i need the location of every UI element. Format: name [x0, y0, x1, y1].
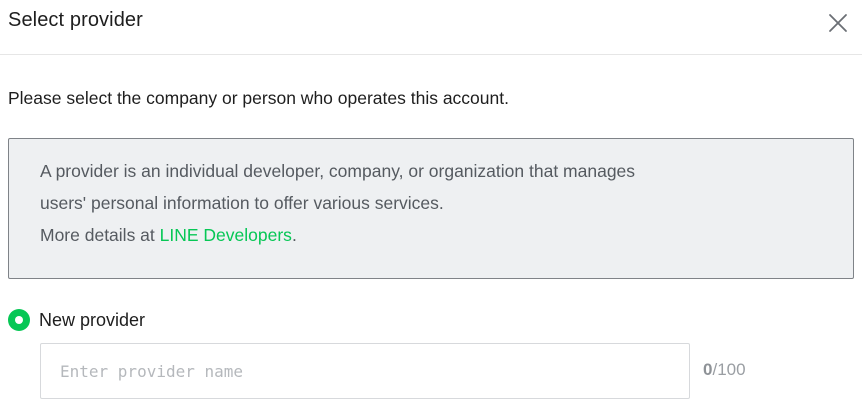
- info-line-1: A provider is an individual developer, c…: [40, 161, 636, 181]
- close-icon: [829, 14, 847, 32]
- info-box: A provider is an individual developer, c…: [8, 138, 854, 279]
- character-counter: 0/100: [703, 360, 746, 380]
- line-developers-link[interactable]: LINE Developers: [160, 225, 292, 245]
- new-provider-option[interactable]: New provider: [8, 308, 145, 332]
- info-line-2: users' personal information to offer var…: [40, 193, 444, 213]
- info-line-3: More details at LINE Developers.: [40, 225, 297, 246]
- info-line-3-suffix: .: [291, 225, 297, 245]
- info-line-3-prefix: More details at: [40, 225, 160, 245]
- new-provider-label: New provider: [39, 309, 146, 330]
- close-button[interactable]: [826, 11, 850, 35]
- dialog-title: Select provider: [8, 9, 143, 31]
- dialog-header: Select provider: [0, 0, 862, 55]
- provider-name-input[interactable]: [40, 343, 690, 399]
- character-max: /100: [712, 360, 746, 379]
- new-provider-radio[interactable]: [8, 309, 30, 331]
- intro-text: Please select the company or person who …: [8, 88, 509, 108]
